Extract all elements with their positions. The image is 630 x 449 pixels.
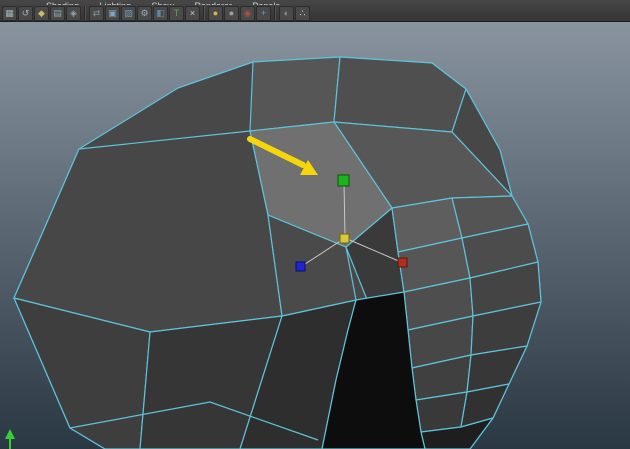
toggle-display-icon[interactable]: ◐ bbox=[279, 5, 294, 21]
history-icon[interactable]: ⇄ bbox=[89, 5, 104, 21]
viewport-canvas[interactable] bbox=[0, 0, 630, 449]
toolbar-separator bbox=[84, 6, 86, 20]
hypershade-icon[interactable]: ◧ bbox=[153, 5, 168, 21]
make-live-icon[interactable]: ◈ bbox=[66, 5, 81, 21]
snap-plane-icon[interactable]: ▤ bbox=[50, 5, 65, 21]
paint-effects-icon[interactable]: + bbox=[256, 5, 271, 21]
manipulator-handle-x[interactable] bbox=[397, 257, 408, 268]
share-node-icon[interactable]: ∴ bbox=[295, 5, 310, 21]
quality-low-icon[interactable]: ● bbox=[224, 5, 239, 21]
ipr-render-icon[interactable]: ▨ bbox=[121, 5, 136, 21]
render-settings-icon[interactable]: ⚙ bbox=[137, 5, 152, 21]
status-line-toolbar: Shading Lighting Show Renderer Panels ▦ … bbox=[0, 0, 630, 22]
snap-grid-icon[interactable]: ▦ bbox=[2, 5, 17, 21]
quality-high-icon[interactable]: ● bbox=[208, 5, 223, 21]
manipulator-handle-z[interactable] bbox=[295, 261, 306, 272]
toolbar-separator bbox=[203, 6, 205, 20]
maya-viewport-window: Shading Lighting Show Renderer Panels ▦ … bbox=[0, 0, 630, 449]
toolbar-icon-row: ▦ ↺ ◆ ▤ ◈ ⇄ ▣ ▨ ⚙ ◧ T × ● ● ◉ + ◐ ∴ bbox=[2, 5, 310, 21]
toolbar-separator bbox=[274, 6, 276, 20]
render-frame-icon[interactable]: ▣ bbox=[105, 5, 120, 21]
snap-curve-icon[interactable]: ↺ bbox=[18, 5, 33, 21]
stop-render-icon[interactable]: × bbox=[185, 5, 200, 21]
mesh-face[interactable] bbox=[249, 56, 341, 132]
snap-point-icon[interactable]: ◆ bbox=[34, 5, 49, 21]
texture-view-icon[interactable]: T bbox=[169, 5, 184, 21]
wire-color-icon[interactable]: ◉ bbox=[240, 5, 255, 21]
manipulator-handle-center[interactable] bbox=[339, 233, 350, 244]
manipulator-handle-y[interactable] bbox=[337, 174, 350, 187]
